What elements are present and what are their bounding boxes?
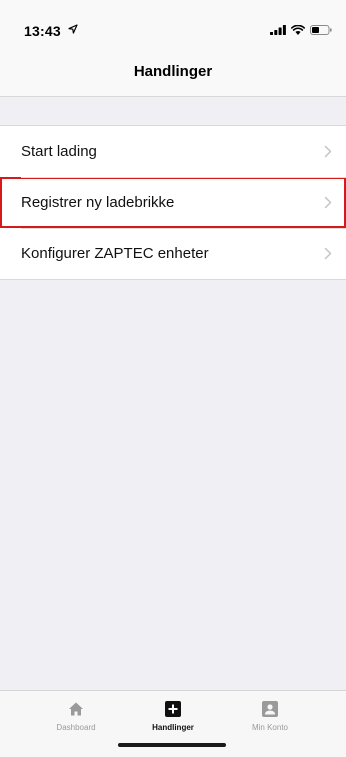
chevron-right-icon <box>324 145 332 158</box>
tab-handlinger[interactable]: Handlinger <box>123 701 223 732</box>
wifi-icon <box>291 25 305 35</box>
home-icon <box>69 702 83 716</box>
action-konfigurer-zaptec[interactable]: Konfigurer ZAPTEC enheter <box>0 228 346 279</box>
tab-label: Handlinger <box>152 723 194 732</box>
status-bar: 13:43 <box>0 0 346 60</box>
home-indicator <box>118 743 226 747</box>
tab-bar: Dashboard Handlinger Min Konto <box>0 690 346 757</box>
account-icon <box>262 701 278 717</box>
action-registrer-ladebrikke[interactable]: Registrer ny ladebrikke <box>0 177 346 228</box>
action-label: Konfigurer ZAPTEC enheter <box>21 245 209 262</box>
page-title: Handlinger <box>133 63 213 80</box>
signal-icon <box>270 25 286 35</box>
status-time: 13:43 <box>24 23 61 39</box>
action-label: Start lading <box>21 143 97 160</box>
status-icons <box>270 25 332 35</box>
tab-dashboard[interactable]: Dashboard <box>26 701 126 732</box>
tab-min-konto[interactable]: Min Konto <box>220 701 320 732</box>
tab-label: Dashboard <box>56 723 96 732</box>
chevron-right-icon <box>324 247 332 260</box>
plus-square-icon <box>165 701 181 717</box>
action-start-lading[interactable]: Start lading <box>0 126 346 177</box>
chevron-right-icon <box>324 196 332 209</box>
location-arrow-icon <box>68 24 78 34</box>
tab-label: Min Konto <box>251 723 289 732</box>
top-bar: 13:43 Handlinger <box>0 0 346 97</box>
actions-list: Start lading Registrer ny ladebrikke Kon… <box>0 125 346 280</box>
battery-icon <box>310 25 332 35</box>
action-label: Registrer ny ladebrikke <box>21 194 175 211</box>
